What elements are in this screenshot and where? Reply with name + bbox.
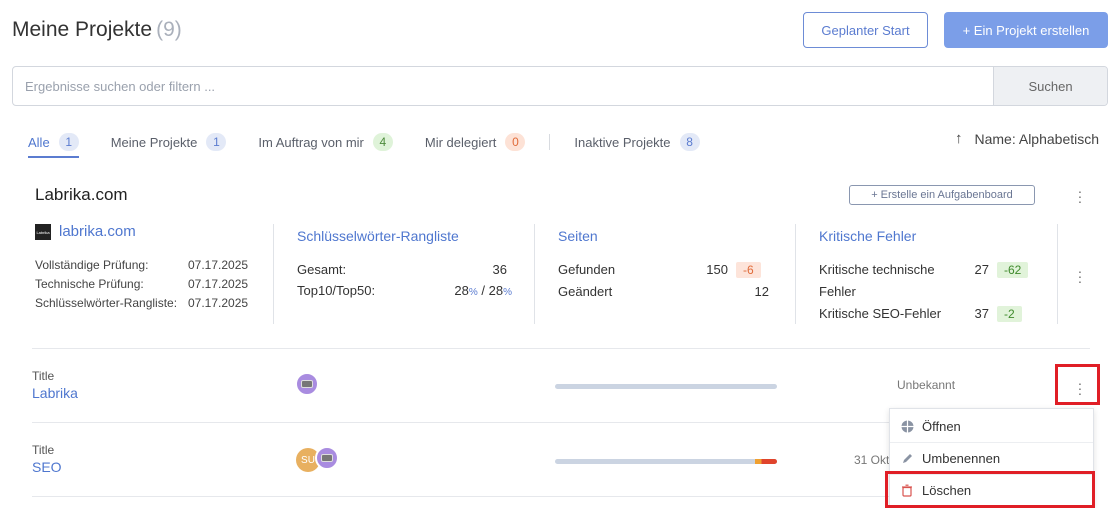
tab-label: Meine Projekte	[110, 134, 198, 150]
tab-count-badge: 1	[58, 133, 79, 151]
tab-count-badge: 1	[206, 133, 227, 151]
menu-item-open[interactable]: Öffnen	[890, 410, 1093, 442]
search-input[interactable]	[13, 67, 993, 105]
percent-sign: %	[503, 287, 512, 298]
menu-item-label: Öffnen	[922, 418, 961, 434]
tab-on-my-behalf[interactable]: Im Auftrag von mir 4	[258, 128, 393, 156]
tech-errors-label: Kritische technische	[819, 262, 935, 277]
tech-errors-delta: -62	[997, 262, 1029, 278]
check-label: Vollständige Prüfung:	[35, 258, 149, 272]
task-progress-bar	[555, 459, 777, 464]
grid-icon	[900, 419, 914, 433]
project-more-icon[interactable]: · · ·	[1075, 184, 1085, 208]
site-logo: Labrika	[35, 224, 51, 240]
keywords-top-values: 28% / 28%	[420, 283, 512, 298]
tab-label: Mir delegiert	[424, 134, 497, 150]
tech-errors-value: 27	[974, 262, 989, 277]
keywords-heading[interactable]: Schlüsselwörter-Rangliste	[297, 228, 459, 244]
tab-label: Im Auftrag von mir	[258, 134, 364, 150]
planned-start-button[interactable]: Geplanter Start	[803, 12, 928, 48]
pencil-icon	[900, 451, 914, 465]
pages-found-delta: -6	[736, 262, 761, 278]
check-date: 07.17.2025	[188, 277, 249, 291]
keywords-total-label: Gesamt:	[297, 262, 347, 277]
tab-my-projects[interactable]: Meine Projekte 1	[111, 128, 227, 156]
percent-sign: %	[468, 287, 478, 298]
task-status: 31 Okt	[854, 453, 890, 467]
check-date: 07.17.2025	[188, 296, 249, 310]
tab-inactive-projects[interactable]: Inaktive Projekte 8	[574, 128, 700, 156]
tab-label: Inaktive Projekte	[574, 134, 671, 150]
project-tabs: Alle 1 Meine Projekte 1 Im Auftrag von m…	[28, 128, 732, 158]
task-title-label: Title	[32, 443, 55, 457]
page-title: Meine Projekte (9)	[12, 18, 182, 42]
task-progress-fill	[754, 459, 777, 464]
row-divider	[32, 348, 1090, 349]
metrics-more-icon[interactable]: · · ·	[1075, 264, 1085, 288]
column-divider	[795, 224, 796, 324]
project-count: (9)	[156, 18, 182, 41]
project-name: Labrika.com	[35, 185, 128, 204]
pages-changed-label: Geändert	[558, 284, 613, 299]
check-date: 07.17.2025	[188, 258, 249, 272]
task-title-label: Title	[32, 369, 55, 383]
keywords-total-value: 36	[492, 262, 507, 277]
pages-found-value: 150	[706, 262, 728, 277]
tab-delegated-to-me[interactable]: Mir delegiert 0	[425, 128, 526, 156]
highlight-box	[1055, 364, 1100, 405]
column-divider	[534, 224, 535, 324]
task-status: Unbekannt	[897, 378, 956, 392]
tab-count-badge: 8	[679, 133, 700, 151]
create-task-board-button[interactable]: + Erstelle ein Aufgabenboard	[849, 185, 1035, 205]
menu-item-rename[interactable]: Umbenennen	[890, 442, 1093, 474]
domain-link[interactable]: labrika.com	[59, 223, 136, 240]
seo-errors-value: 37	[974, 306, 989, 321]
tab-divider	[549, 134, 551, 150]
slash: /	[477, 283, 489, 298]
check-label: Schlüsselwörter-Rangliste:	[35, 296, 178, 310]
top50-value: 28	[488, 283, 504, 298]
pages-heading[interactable]: Seiten	[558, 228, 598, 244]
avatar	[295, 372, 319, 396]
tab-count-badge: 4	[372, 133, 393, 151]
top10-value: 28	[454, 283, 469, 298]
task-progress-bar	[555, 384, 777, 389]
sort-label: Name: Alphabetisch	[974, 130, 1100, 147]
task-name[interactable]: Labrika	[32, 385, 78, 401]
check-label: Technische Prüfung:	[35, 277, 144, 291]
robot-icon	[301, 380, 313, 388]
keywords-top-label: Top10/Top50:	[297, 283, 376, 298]
pages-found-label: Gefunden	[558, 262, 616, 277]
highlight-box	[885, 471, 1095, 508]
column-divider	[1057, 224, 1058, 324]
create-project-button[interactable]: + Ein Projekt erstellen	[944, 12, 1108, 48]
tab-count-badge: 0	[505, 133, 526, 151]
robot-icon	[321, 454, 333, 462]
critical-errors-heading[interactable]: Kritische Fehler	[819, 228, 916, 244]
task-name[interactable]: SEO	[32, 459, 62, 475]
avatar	[315, 446, 339, 470]
sort-control[interactable]: ↑ Name: Alphabetisch	[955, 130, 1099, 147]
tech-errors-label-cont: Fehler	[819, 284, 856, 299]
search-bar: Suchen	[12, 66, 1108, 106]
search-button[interactable]: Suchen	[993, 67, 1107, 105]
sort-arrow-icon: ↑	[955, 130, 963, 147]
seo-errors-delta: -2	[997, 306, 1022, 322]
pages-changed-value: 12	[754, 284, 769, 299]
seo-errors-label: Kritische SEO-Fehler	[819, 306, 942, 321]
menu-item-label: Umbenennen	[922, 450, 1001, 466]
column-divider	[273, 224, 274, 324]
tab-all[interactable]: Alle 1	[28, 128, 79, 158]
page-title-text: Meine Projekte	[12, 18, 153, 41]
tab-label: Alle	[28, 134, 50, 150]
